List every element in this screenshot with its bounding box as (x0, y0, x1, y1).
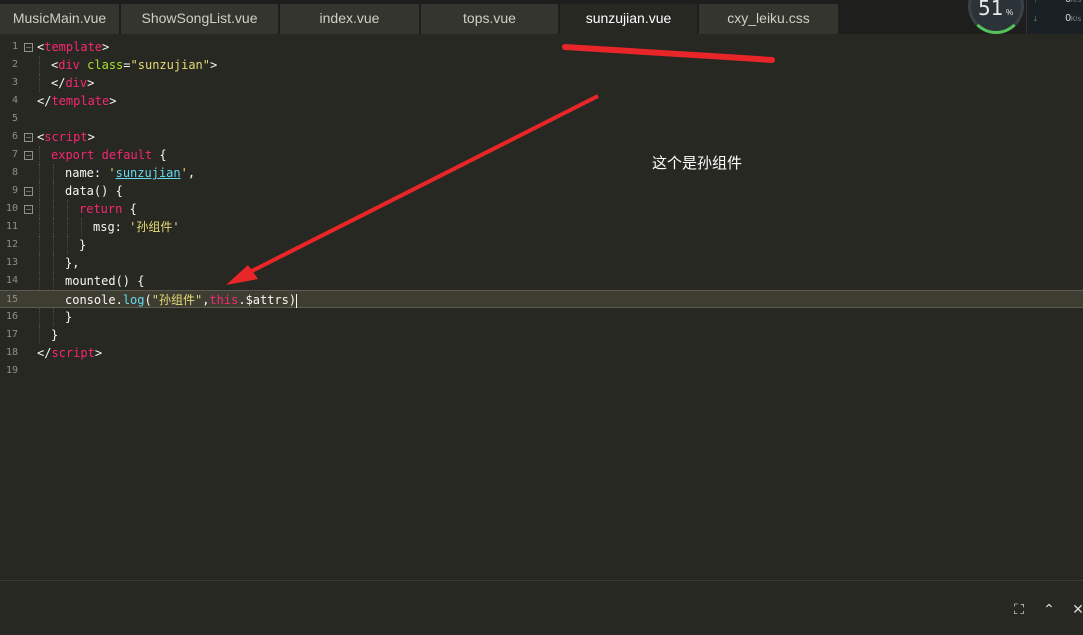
speed-panel: ↑ 0K/s ↓ 0K/s (1026, 0, 1083, 34)
code-line: 5 (0, 110, 1083, 128)
code-line: 12 } (0, 236, 1083, 254)
line-number: 15 (5, 294, 18, 305)
fold-toggle-icon[interactable]: − (24, 187, 33, 196)
line-number: 16 (5, 311, 18, 322)
tab-musicmain[interactable]: MusicMain.vue (0, 4, 120, 34)
tab-bar: MusicMain.vue ShowSongList.vue index.vue… (0, 0, 1083, 34)
network-speed-widget[interactable]: 51 % ↑ 0K/s ↓ 0K/s (968, 0, 1083, 34)
line-number: 7 (11, 149, 18, 160)
line-number: 13 (5, 257, 18, 268)
line-number: 14 (5, 275, 18, 286)
code-editor[interactable]: 1 − <template> 2 <div class="sunzujian">… (0, 34, 1083, 580)
fold-toggle-icon[interactable]: − (24, 205, 33, 214)
screenshot-icon[interactable]: ⛶ (1010, 601, 1028, 619)
line-number: 5 (11, 113, 18, 124)
gauge-percent-sign: % (1006, 8, 1014, 17)
upload-arrow-icon: ↑ (1033, 0, 1038, 4)
chevron-up-icon[interactable]: ⌃ (1040, 601, 1058, 619)
text-cursor (296, 293, 298, 308)
line-number: 8 (11, 167, 18, 178)
gauge-percent: 51 (978, 0, 1004, 20)
tab-tops[interactable]: tops.vue (421, 4, 559, 34)
code-line: 4 </template> (0, 92, 1083, 110)
line-number: 9 (11, 185, 18, 196)
code-line: 13 }, (0, 254, 1083, 272)
code-line-current: 15 console.log("孙组件",this.$attrs) (0, 290, 1083, 308)
line-number: 2 (11, 59, 18, 70)
line-number: 3 (11, 77, 18, 88)
tab-index[interactable]: index.vue (280, 4, 420, 34)
fold-toggle-icon[interactable]: − (24, 133, 33, 142)
fold-toggle-icon[interactable]: − (24, 43, 33, 52)
fold-toggle-icon[interactable]: − (24, 151, 33, 160)
line-number: 18 (5, 347, 18, 358)
code-line: 17 } (0, 326, 1083, 344)
upload-speed: ↑ 0K/s (1033, 0, 1083, 6)
line-number: 10 (5, 203, 18, 214)
code-line: 9 − data() { (0, 182, 1083, 200)
line-number: 12 (5, 239, 18, 250)
line-number: 6 (11, 131, 18, 142)
tab-showsonglist[interactable]: ShowSongList.vue (121, 4, 279, 34)
code-line: 18 </script> (0, 344, 1083, 362)
code-line: 2 <div class="sunzujian"> (0, 56, 1083, 74)
code-line: 6 − <script> (0, 128, 1083, 146)
code-line: 14 mounted() { (0, 272, 1083, 290)
tab-sunzujian[interactable]: sunzujian.vue (560, 4, 698, 34)
download-arrow-icon: ↓ (1033, 13, 1038, 23)
line-number: 19 (5, 365, 18, 376)
annotation-note: 这个是孙组件 (652, 154, 743, 172)
code-line: 10 − return { (0, 200, 1083, 218)
code-line: 3 </div> (0, 74, 1083, 92)
line-number: 17 (5, 329, 18, 340)
bottom-panel: ⛶ ⌃ ✕ (0, 580, 1083, 635)
close-icon[interactable]: ✕ (1069, 601, 1083, 619)
code-line: 19 (0, 362, 1083, 380)
code-line: 8 name: 'sunzujian', (0, 164, 1083, 182)
code-line: 1 − <template> (0, 38, 1083, 56)
download-speed: ↓ 0K/s (1033, 13, 1081, 24)
line-number: 11 (5, 221, 18, 232)
code-line: 7 − export default { (0, 146, 1083, 164)
line-number: 1 (11, 41, 18, 52)
line-number: 4 (11, 95, 18, 106)
code-line: 11 msg: '孙组件' (0, 218, 1083, 236)
code-line: 16 } (0, 308, 1083, 326)
tab-cxy-leiku[interactable]: cxy_leiku.css (699, 4, 839, 34)
